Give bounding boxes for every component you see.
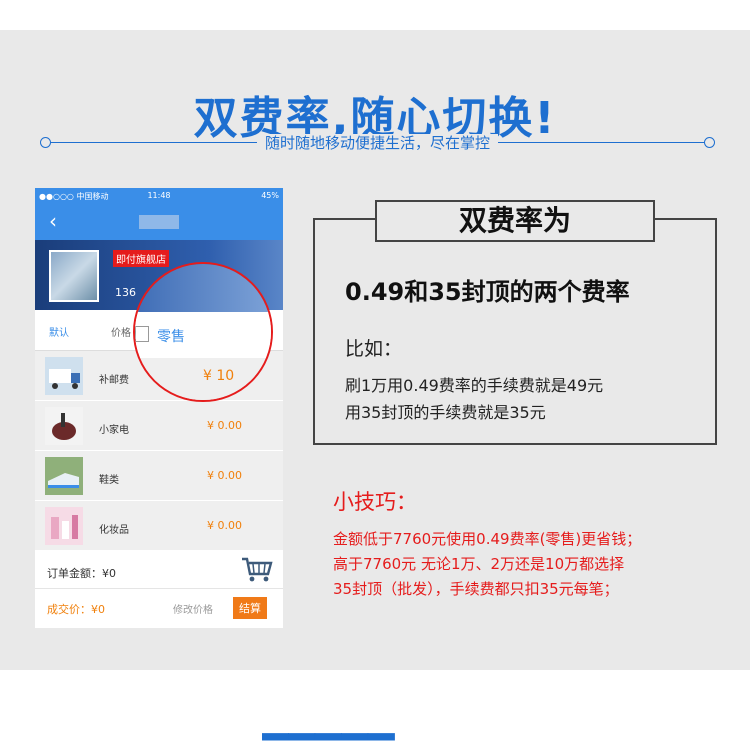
product-price: ¥ 0.00	[207, 469, 242, 482]
product-price: ¥ 0.00	[207, 419, 242, 432]
subtitle: 随时随地移动便捷生活，尽在掌控	[256, 134, 498, 152]
appliance-image	[45, 407, 83, 445]
rate-example-label: 比如：	[345, 338, 403, 360]
tip-line: 金额低于7760元使用0.49费率(零售)更省钱；	[333, 530, 642, 548]
subtitle-line: 随时随地移动便捷生活，尽在掌控	[40, 132, 715, 152]
cart-icon[interactable]	[241, 557, 273, 583]
order-summary: 订单金额：¥0	[35, 551, 283, 589]
shop-avatar	[49, 250, 99, 302]
list-item[interactable]: 小家电 ¥ 0.00	[35, 401, 283, 451]
checkout-button[interactable]: 结算	[233, 597, 267, 619]
tab-default[interactable]: 默认	[49, 324, 69, 339]
retail-checkbox[interactable]	[135, 326, 149, 342]
rate-heading: 双费率为	[375, 200, 655, 242]
product-name: 鞋类	[99, 475, 119, 486]
zoom-callout: 零售 ¥ 10	[133, 262, 273, 402]
product-name: 化妆品	[99, 525, 129, 536]
list-item[interactable]: 化妆品 ¥ 0.00	[35, 501, 283, 551]
product-price: ¥ 0.00	[207, 519, 242, 532]
rate-description: 0.49和35封顶的两个费率	[345, 278, 630, 306]
chevron-left-icon[interactable]: ‹	[49, 209, 57, 233]
battery: 45%	[261, 191, 279, 200]
tip-line: 高于7760元 无论1万、2万还是10万都选择	[333, 555, 625, 573]
tips-title: 小技巧：	[333, 490, 417, 514]
shoe-image	[45, 457, 83, 495]
product-name: 小家电	[99, 425, 129, 436]
cosmetics-image	[45, 507, 83, 545]
order-amount: 订单金额：¥0	[47, 567, 116, 580]
nav-bar: ‹	[35, 205, 283, 240]
deal-price: 成交价：¥0	[47, 603, 105, 616]
rate-example-line: 刷1万用0.49费率的手续费就是49元	[345, 376, 604, 395]
status-bar: ●●○○○ 中国移动 11:48 45%	[35, 188, 283, 205]
nav-title-blurred	[139, 215, 179, 229]
list-item[interactable]: 鞋类 ¥ 0.00	[35, 451, 283, 501]
rate-example-line: 用35封顶的手续费就是35元	[345, 403, 546, 422]
checkout-bar: 成交价：¥0 修改价格 结算	[35, 589, 283, 627]
edit-price-link[interactable]: 修改价格	[173, 601, 213, 616]
product-name: 补邮费	[99, 375, 129, 386]
retail-option-label: 零售	[157, 329, 185, 345]
phone-screenshot: ●●○○○ 中国移动 11:48 45% ‹ 即付旗舰店 136 默认 价格 补…	[35, 188, 283, 628]
tab-price[interactable]: 价格	[111, 324, 131, 339]
next-section-title-cropped: ━━━━━	[262, 712, 395, 742]
zoom-price: ¥ 10	[203, 368, 235, 384]
truck-image	[45, 357, 83, 395]
tip-line: 35封顶（批发），手续费都只扣35元每笔；	[333, 580, 619, 598]
shop-id: 136	[115, 286, 136, 299]
status-time: 11:48	[147, 191, 171, 200]
